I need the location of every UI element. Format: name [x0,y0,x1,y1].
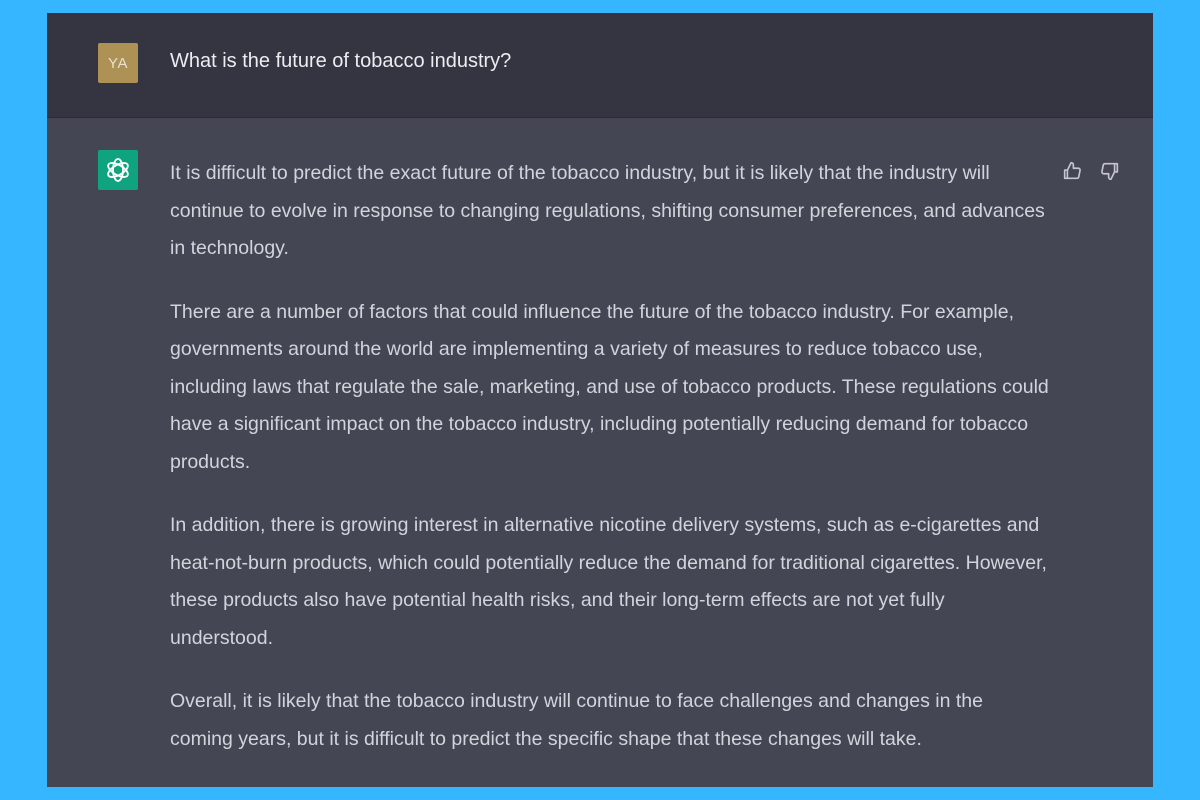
thumbs-down-icon [1101,162,1119,181]
thumbs-up-button[interactable] [1060,159,1084,183]
answer-paragraph-3: In addition, there is growing interest i… [170,514,1047,649]
assistant-message-row: It is difficult to predict the exact fut… [47,118,1153,787]
openai-logo-icon [107,158,129,182]
answer-paragraph-4: Overall, it is likely that the tobacco i… [170,690,983,750]
answer-paragraph-1: It is difficult to predict the exact fut… [170,162,1045,259]
user-message-row: YA What is the future of tobacco industr… [47,13,1153,118]
chat-window: YA What is the future of tobacco industr… [47,13,1153,787]
assistant-message-text: It is difficult to predict the exact fut… [170,155,1050,784]
assistant-avatar [98,150,138,190]
user-message-text: What is the future of tobacco industry? [170,50,512,72]
answer-paragraph-2: There are a number of factors that could… [170,300,1049,473]
thumbs-down-button[interactable] [1098,159,1122,183]
user-avatar: YA [98,43,138,83]
thumbs-up-icon [1063,161,1081,180]
